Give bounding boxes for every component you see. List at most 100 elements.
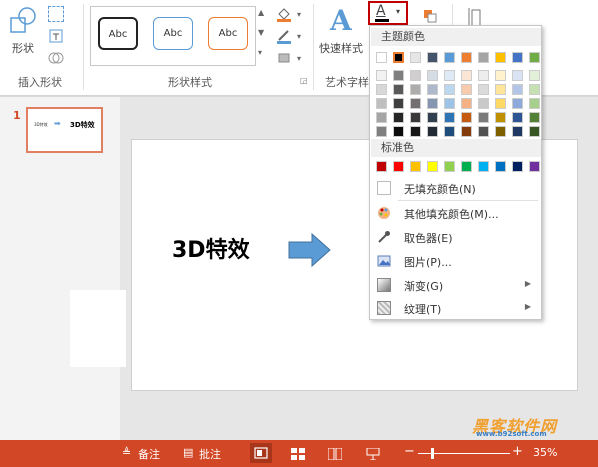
gallery-more[interactable]: ▾ [258, 48, 262, 57]
theme-shade-swatch[interactable] [427, 112, 438, 123]
theme-shade-swatch[interactable] [461, 112, 472, 123]
theme-shade-swatch[interactable] [512, 126, 523, 137]
zoom-slider[interactable] [418, 448, 510, 459]
theme-shade-swatch[interactable] [427, 84, 438, 95]
theme-shade-swatch[interactable] [461, 84, 472, 95]
theme-shade-swatch[interactable] [461, 126, 472, 137]
slide-title-text[interactable]: 3D特效 [172, 232, 250, 264]
shape-fill-icon[interactable] [276, 6, 292, 22]
standard-color-swatch[interactable] [427, 161, 438, 172]
theme-shade-swatch[interactable] [376, 98, 387, 109]
theme-shade-swatch[interactable] [512, 84, 523, 95]
comments-icon[interactable]: ▤ [183, 446, 193, 459]
standard-color-swatch[interactable] [478, 161, 489, 172]
zoom-in-button[interactable]: + [512, 444, 523, 459]
theme-shade-swatch[interactable] [427, 126, 438, 137]
gallery-scroll-down[interactable]: ▼ [258, 28, 264, 37]
theme-color-swatch[interactable] [376, 52, 387, 63]
theme-shade-swatch[interactable] [529, 98, 540, 109]
slide-sorter-icon[interactable] [291, 448, 305, 460]
theme-shade-swatch[interactable] [393, 112, 404, 123]
standard-color-swatch[interactable] [512, 161, 523, 172]
theme-shade-swatch[interactable] [495, 70, 506, 81]
zoom-out-button[interactable]: − [404, 444, 415, 459]
theme-color-swatch[interactable] [427, 52, 438, 63]
zoom-percent[interactable]: 35% [533, 446, 557, 459]
standard-color-swatch[interactable] [529, 161, 540, 172]
theme-shade-swatch[interactable] [444, 112, 455, 123]
standard-color-swatch[interactable] [461, 161, 472, 172]
standard-color-swatch[interactable] [410, 161, 421, 172]
shape-outline-icon[interactable] [276, 28, 292, 44]
picture-menu-item[interactable]: 图片(P)... [371, 250, 541, 272]
theme-color-swatch[interactable] [478, 52, 489, 63]
arrange-icon[interactable] [422, 8, 438, 24]
theme-shade-swatch[interactable] [495, 112, 506, 123]
theme-color-swatch[interactable] [444, 52, 455, 63]
notes-button[interactable]: 备注 [138, 446, 160, 462]
shape-style-sample-orange[interactable]: Abc [208, 17, 248, 50]
standard-color-swatch[interactable] [376, 161, 387, 172]
notes-icon[interactable]: ≜ [122, 446, 131, 459]
theme-shade-swatch[interactable] [478, 126, 489, 137]
theme-shade-swatch[interactable] [461, 98, 472, 109]
zoom-slider-thumb[interactable] [431, 448, 434, 459]
theme-color-swatch[interactable] [529, 52, 540, 63]
theme-shade-swatch[interactable] [376, 126, 387, 137]
theme-shade-swatch[interactable] [512, 112, 523, 123]
theme-shade-swatch[interactable] [444, 98, 455, 109]
shape-style-sample-black[interactable]: Abc [98, 17, 138, 50]
theme-shade-swatch[interactable] [529, 84, 540, 95]
theme-shade-swatch[interactable] [410, 126, 421, 137]
theme-shade-swatch[interactable] [410, 70, 421, 81]
theme-color-swatch[interactable] [512, 52, 523, 63]
effects-dropdown-arrow[interactable]: ▾ [297, 54, 301, 63]
theme-shade-swatch[interactable] [393, 98, 404, 109]
normal-view-button[interactable] [250, 443, 272, 463]
theme-shade-swatch[interactable] [495, 84, 506, 95]
slide-arrow-shape[interactable] [288, 232, 332, 268]
theme-color-swatch[interactable] [461, 52, 472, 63]
standard-color-swatch[interactable] [444, 161, 455, 172]
slide-thumbnail[interactable]: 3D特效 ➡ 3D特效 [26, 107, 103, 153]
standard-color-swatch[interactable] [393, 161, 404, 172]
theme-shade-swatch[interactable] [393, 126, 404, 137]
shape-style-sample-blue[interactable]: Abc [153, 17, 193, 50]
text-box-icon[interactable] [48, 28, 64, 44]
quick-styles-button[interactable]: A 快速样式 [318, 4, 368, 60]
fill-dropdown-arrow[interactable]: ▾ [297, 10, 301, 19]
theme-shade-swatch[interactable] [444, 126, 455, 137]
text-fill-button[interactable]: A ▾ [368, 1, 408, 25]
gradient-menu-item[interactable]: 渐变(G) ▶ [371, 274, 541, 296]
theme-shade-swatch[interactable] [529, 70, 540, 81]
no-fill-menu-item[interactable]: 无填充颜色(N) [371, 177, 541, 199]
theme-shade-swatch[interactable] [376, 112, 387, 123]
theme-color-swatch[interactable] [495, 52, 506, 63]
theme-shade-swatch[interactable] [393, 70, 404, 81]
gallery-scroll-up[interactable]: ▲ [258, 8, 264, 17]
outline-dropdown-arrow[interactable]: ▾ [297, 32, 301, 41]
texture-menu-item[interactable]: 纹理(T) ▶ [371, 297, 541, 319]
theme-shade-swatch[interactable] [529, 126, 540, 137]
theme-shade-swatch[interactable] [529, 112, 540, 123]
theme-shade-swatch[interactable] [427, 98, 438, 109]
theme-shade-swatch[interactable] [461, 70, 472, 81]
theme-shade-swatch[interactable] [478, 98, 489, 109]
theme-shade-swatch[interactable] [512, 98, 523, 109]
theme-shade-swatch[interactable] [444, 84, 455, 95]
shapes-button[interactable]: 形状 [6, 4, 44, 56]
eyedropper-menu-item[interactable]: 取色器(E) [371, 226, 541, 248]
slideshow-icon[interactable] [366, 448, 380, 460]
merge-shapes-icon[interactable] [48, 50, 64, 66]
edit-shape-icon[interactable] [48, 6, 64, 22]
standard-color-swatch[interactable] [495, 161, 506, 172]
theme-shade-swatch[interactable] [478, 112, 489, 123]
theme-shade-swatch[interactable] [444, 70, 455, 81]
theme-shade-swatch[interactable] [427, 70, 438, 81]
theme-shade-swatch[interactable] [495, 98, 506, 109]
comments-button[interactable]: 批注 [199, 446, 221, 462]
theme-color-swatch[interactable] [410, 52, 421, 63]
theme-shade-swatch[interactable] [393, 84, 404, 95]
theme-shade-swatch[interactable] [512, 70, 523, 81]
theme-shade-swatch[interactable] [376, 70, 387, 81]
